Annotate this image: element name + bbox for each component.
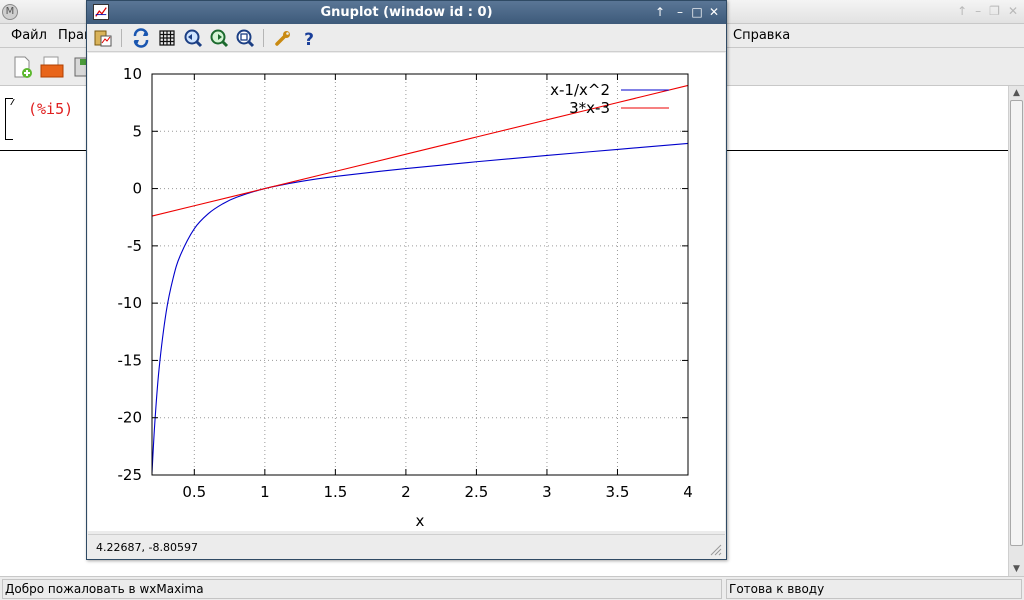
- gnuplot-toolbar: ?: [87, 24, 726, 52]
- x-tick-label: 2.5: [464, 483, 488, 501]
- toolbar-separator: [263, 29, 264, 47]
- wxmaxima-statusbar: Добро пожаловать в wxMaxima Готова к вво…: [0, 576, 1024, 600]
- x-tick-label: 1: [260, 483, 270, 501]
- new-document-icon[interactable]: [10, 55, 34, 79]
- status-state: Готова к вводу: [726, 579, 1022, 599]
- x-tick-label: 4: [683, 483, 693, 501]
- svg-text:?: ?: [304, 30, 314, 48]
- gnuplot-statusbar: 4.22687, -8.80597: [88, 534, 725, 559]
- plot-frame: [151, 73, 689, 476]
- chart-legend: x-1/x^23*x-3: [550, 81, 669, 117]
- x-axis-label: x: [416, 512, 425, 530]
- restore-icon[interactable]: ❐: [989, 4, 1000, 18]
- scroll-down-arrow-icon[interactable]: ▼: [1009, 562, 1024, 576]
- menu-help[interactable]: Справка: [733, 28, 790, 43]
- open-folder-icon[interactable]: [40, 55, 64, 79]
- x-tick-label: 3: [542, 483, 552, 501]
- menu-file[interactable]: Файл: [11, 28, 47, 43]
- replot-icon[interactable]: [131, 28, 151, 48]
- minimize-icon[interactable]: –: [673, 4, 687, 20]
- x-tick-label: 3.5: [606, 483, 630, 501]
- scroll-up-arrow-icon[interactable]: ▲: [1009, 86, 1024, 100]
- x-tick-label: 2: [401, 483, 411, 501]
- close-icon[interactable]: ✕: [707, 4, 721, 20]
- x-tick-label: 0.5: [182, 483, 206, 501]
- y-tick-label: 10: [123, 65, 142, 83]
- zoom-next-icon[interactable]: [209, 28, 229, 48]
- wxmaxima-app-icon: M: [2, 4, 18, 20]
- y-tick-label: -10: [118, 294, 143, 312]
- wxmaxima-window-buttons: ↑ – ❐ ✕: [957, 4, 1018, 18]
- close-icon[interactable]: ✕: [1008, 4, 1018, 18]
- chart-grid: [152, 74, 688, 475]
- resize-grip-icon[interactable]: [708, 542, 722, 556]
- cell-bracket[interactable]: [5, 98, 13, 140]
- status-message: Добро пожаловать в wxMaxima: [2, 579, 722, 599]
- help-icon[interactable]: ?: [299, 28, 319, 48]
- chart-series-group: [151, 84, 689, 473]
- options-wrench-icon[interactable]: [273, 28, 293, 48]
- y-tick-label: -25: [118, 466, 143, 484]
- y-tick-label: 5: [132, 122, 142, 140]
- gnuplot-titlebar[interactable]: Gnuplot (window id : 0) ↑ – □ ✕: [87, 1, 726, 24]
- maximize-icon[interactable]: □: [690, 4, 704, 20]
- gnuplot-chart[interactable]: 0.5 1 1.5 2 2.5 3 3.5 4 -25 -20 -15 -10 -5 0 5 10 x x-1…: [88, 53, 725, 531]
- zoom-previous-icon[interactable]: [183, 28, 203, 48]
- window-title: Gnuplot (window id : 0): [320, 5, 493, 20]
- plot-canvas[interactable]: 0.5 1 1.5 2 2.5 3 3.5 4 -25 -20 -15 -10 -5 0 5 10 x x-1…: [88, 53, 725, 531]
- grid-icon[interactable]: [157, 28, 177, 48]
- vertical-scrollbar[interactable]: ▲ ▼: [1008, 86, 1024, 576]
- up-arrow-icon[interactable]: ↑: [957, 4, 967, 18]
- toolbar-separator: [121, 29, 122, 47]
- minimize-icon[interactable]: –: [975, 4, 981, 18]
- mouse-coordinates: 4.22687, -8.80597: [96, 541, 198, 554]
- gnuplot-window: Gnuplot (window id : 0) ↑ – □ ✕ ? 0.5 1 …: [86, 0, 727, 560]
- scrollbar-thumb[interactable]: [1010, 100, 1023, 546]
- input-label: (%i5): [28, 100, 74, 118]
- legend-label-1: x-1/x^2: [550, 81, 610, 99]
- keep-above-icon[interactable]: ↑: [653, 4, 667, 20]
- x-tick-label: 1.5: [323, 483, 347, 501]
- y-tick-label: -15: [118, 351, 143, 369]
- chart-ticks: 0.5 1 1.5 2 2.5 3 3.5 4 -25 -20 -15 -10 -5 0 5 10: [118, 65, 693, 501]
- copy-clipboard-icon[interactable]: [93, 28, 113, 48]
- y-tick-label: -5: [127, 237, 142, 255]
- legend-label-2: 3*x-3: [569, 99, 610, 117]
- y-tick-label: -20: [118, 409, 143, 427]
- y-tick-label: 0: [132, 180, 142, 198]
- autoscale-icon[interactable]: [235, 28, 255, 48]
- series-line-1: [151, 142, 689, 473]
